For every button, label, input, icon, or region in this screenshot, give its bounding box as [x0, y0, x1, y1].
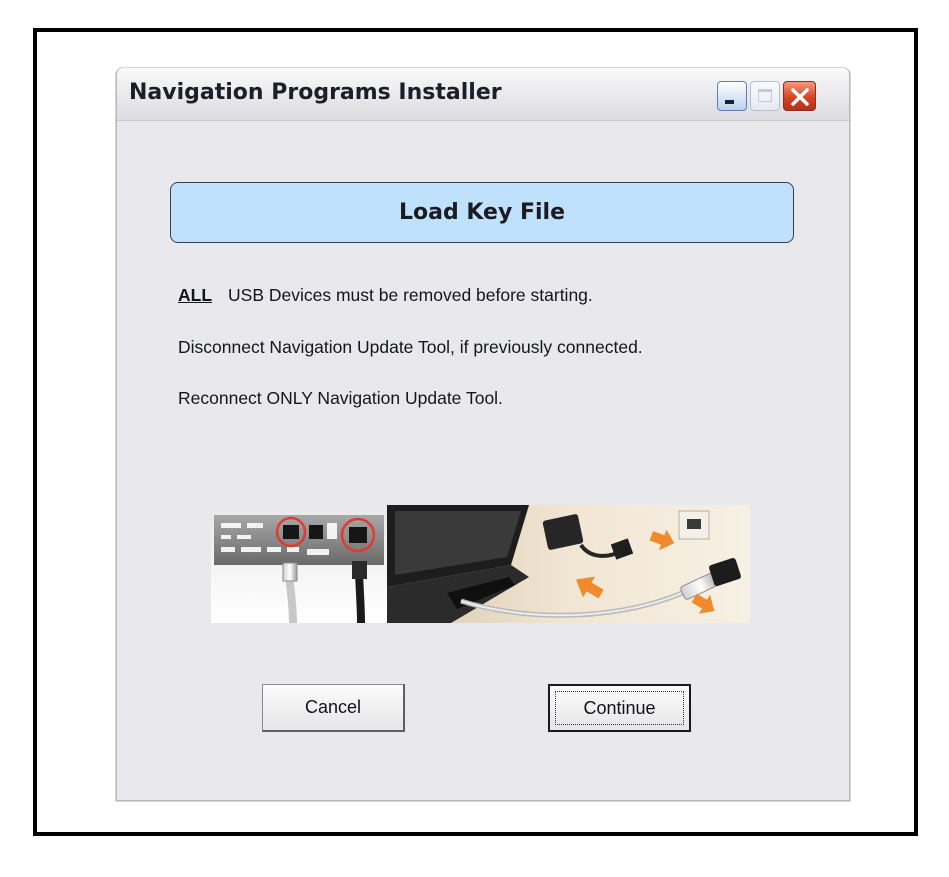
load-key-file-header: Load Key File — [170, 182, 794, 243]
continue-button[interactable]: Continue — [548, 684, 691, 732]
instruction-remove-usb-text: USB Devices must be removed before start… — [228, 285, 593, 305]
instruction-disconnect-tool: Disconnect Navigation Update Tool, if pr… — [178, 337, 643, 357]
installer-window: Navigation Programs Installer Load Key F… — [116, 68, 850, 801]
window-title: Navigation Programs Installer — [129, 80, 502, 105]
cancel-button[interactable]: Cancel — [262, 684, 405, 732]
maximize-icon — [750, 81, 780, 111]
instruction-reconnect-tool: Reconnect ONLY Navigation Update Tool. — [178, 388, 503, 408]
minimize-icon[interactable] — [717, 81, 747, 111]
continue-button-label: Continue — [583, 697, 656, 718]
title-bar[interactable]: Navigation Programs Installer — [117, 68, 849, 121]
header-label: Load Key File — [399, 200, 565, 225]
all-emphasis: ALL — [178, 285, 213, 305]
usb-connection-illustration — [211, 505, 750, 624]
instruction-remove-usb: ALL USB Devices must be removed before st… — [178, 285, 593, 306]
close-icon[interactable] — [783, 81, 816, 111]
